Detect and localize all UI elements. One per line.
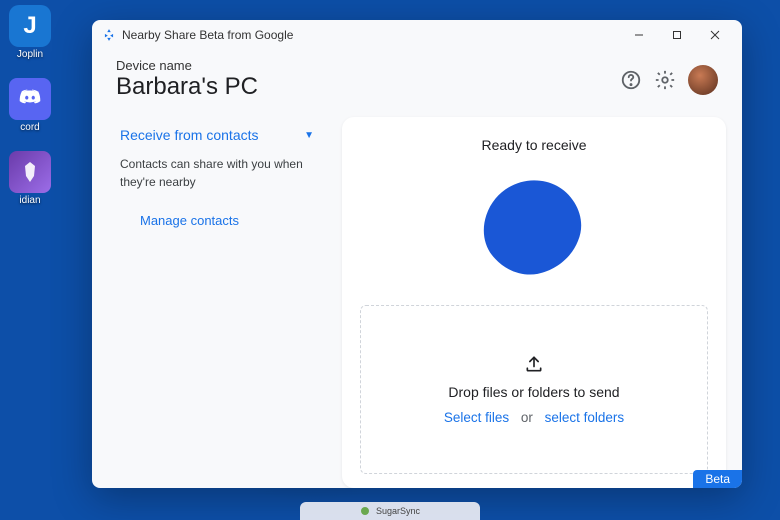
avatar[interactable] [688,65,718,95]
device-name: Barbara's PC [116,73,620,101]
discord-icon [9,78,51,120]
desktop-icon-obsidian[interactable]: idian [2,151,58,206]
taskbar-label: SugarSync [376,506,420,516]
manage-contacts-link[interactable]: Manage contacts [140,213,239,228]
or-text: or [521,410,533,425]
chevron-down-icon: ▼ [304,130,314,141]
nearby-share-blob-icon [479,173,589,283]
close-button[interactable] [696,20,734,50]
select-folders-link[interactable]: select folders [545,410,625,425]
main-body: Receive from contacts ▼ Contacts can sha… [92,117,742,488]
desktop-icon-label: idian [19,195,40,206]
desktop-icon-label: cord [20,122,39,133]
app-window: Nearby Share Beta from Google Device nam… [92,20,742,488]
sugarsync-icon [360,506,370,516]
window-title: Nearby Share Beta from Google [122,28,293,42]
header: Device name Barbara's PC [92,50,742,117]
desktop-icon-label: Joplin [17,49,43,60]
maximize-button[interactable] [658,20,696,50]
select-files-link[interactable]: Select files [444,410,509,425]
visibility-description: Contacts can share with you when they're… [120,155,320,191]
ready-label: Ready to receive [481,137,586,153]
settings-button[interactable] [654,69,676,91]
upload-icon [524,354,544,374]
select-row: Select files or select folders [444,410,624,425]
left-panel: Receive from contacts ▼ Contacts can sha… [112,117,342,488]
help-button[interactable] [620,69,642,91]
app-icon [102,28,116,42]
obsidian-icon [9,151,51,193]
dropdown-label: Receive from contacts [120,127,259,143]
drop-text: Drop files or folders to send [448,384,619,400]
visibility-dropdown[interactable]: Receive from contacts ▼ [120,123,320,147]
beta-badge: Beta [693,470,742,488]
right-panel: Ready to receive Drop files or folders t… [342,117,726,488]
device-label: Device name [116,58,620,73]
taskbar-fragment[interactable]: SugarSync [300,502,480,520]
titlebar[interactable]: Nearby Share Beta from Google [92,20,742,50]
joplin-icon: J [9,5,51,47]
dropzone[interactable]: Drop files or folders to send Select fil… [360,305,708,474]
minimize-button[interactable] [620,20,658,50]
desktop-icons: J Joplin cord idian [2,5,58,206]
desktop-icon-discord[interactable]: cord [2,78,58,133]
desktop-icon-joplin[interactable]: J Joplin [2,5,58,60]
